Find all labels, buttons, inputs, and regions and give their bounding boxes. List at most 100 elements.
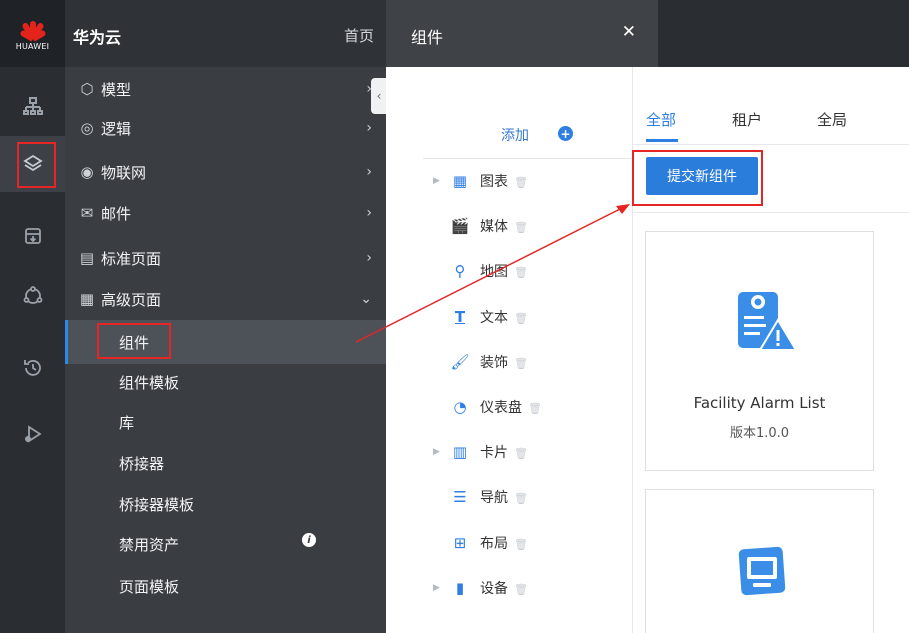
category-layout[interactable]: ⊞ 布局 🗑: [423, 525, 632, 561]
category-device[interactable]: ▶ ▮ 设备 🗑: [423, 570, 632, 606]
trash-icon[interactable]: 🗑: [514, 538, 528, 551]
device-screen-icon: [738, 546, 786, 596]
expand-arrow-icon[interactable]: ▶: [433, 447, 440, 457]
huawei-flower-icon: [18, 17, 47, 42]
trash-icon[interactable]: 🗑: [514, 312, 528, 325]
info-icon[interactable]: i: [302, 533, 316, 547]
logo-text: HUAWEI: [15, 41, 50, 51]
decoration-icon: 🖌: [450, 353, 470, 371]
tab-bar: 全部 租户 全局: [633, 67, 909, 145]
nav-subitem-component-templates[interactable]: 组件模板: [65, 360, 386, 404]
component-card[interactable]: Facility Alarm List 版本1.0.0: [645, 231, 874, 471]
category-dashboard[interactable]: ◔ 仪表盘 🗑: [423, 389, 632, 425]
tab-active-indicator: [646, 139, 678, 142]
trash-icon[interactable]: 🗑: [528, 402, 542, 415]
chevron-down-icon: ⌄: [360, 291, 372, 307]
app-root: HUAWEI 华为云 首页 ⬡ 模型 › ◎ 逻辑 › ◉ 物联网 › ✉ 邮件…: [0, 0, 909, 633]
divider: [423, 158, 632, 159]
alarm-list-icon: [738, 292, 798, 351]
nav-item-logic[interactable]: ◎ 逻辑 ›: [65, 106, 386, 150]
nav-subitem-disabled-assets[interactable]: 禁用资产: [65, 522, 386, 566]
home-link[interactable]: 首页: [344, 25, 374, 46]
device-icon: ▮: [455, 579, 465, 597]
trash-icon[interactable]: 🗑: [514, 492, 528, 505]
trash-icon[interactable]: 🗑: [514, 357, 528, 370]
nav-subitem-label: 桥接器: [119, 454, 165, 473]
chevron-right-icon: ›: [366, 120, 372, 136]
trash-icon[interactable]: 🗑: [514, 266, 528, 279]
app-title: 华为云: [73, 28, 122, 47]
rail-item-debug[interactable]: [0, 406, 65, 462]
nav-subitem-label: 桥接器模板: [119, 495, 195, 514]
dialog-header-backdrop: [658, 0, 909, 67]
dashboard-icon: ◔: [453, 398, 467, 416]
dialog-title: 组件: [411, 28, 444, 47]
nav-item-mail[interactable]: ✉ 邮件 ›: [65, 191, 386, 235]
expand-arrow-icon[interactable]: ▶: [433, 176, 440, 186]
category-text[interactable]: T 文本 🗑: [423, 299, 632, 335]
add-component-label[interactable]: 添加: [501, 125, 529, 145]
mail-icon: ✉: [80, 204, 94, 222]
huawei-logo[interactable]: HUAWEI: [0, 0, 65, 67]
nav-subitem-bridges[interactable]: 桥接器: [65, 441, 386, 485]
trash-icon[interactable]: 🗑: [514, 447, 528, 460]
collapse-toggle-icon[interactable]: ‹: [371, 78, 387, 114]
download-box-icon: [24, 228, 41, 244]
nav-subitem-label: 禁用资产: [119, 535, 180, 554]
nav-subitem-bridge-templates[interactable]: 桥接器模板: [65, 482, 386, 526]
nav-item-standard-page[interactable]: ▤ 标准页面 ›: [65, 236, 386, 280]
close-icon[interactable]: ✕: [622, 22, 636, 42]
trash-icon[interactable]: 🗑: [514, 583, 528, 596]
page-icon: ▤: [79, 249, 95, 267]
circle-nodes-icon: [23, 286, 42, 304]
category-label: 仪表盘: [480, 400, 522, 416]
nav-item-model[interactable]: ⬡ 模型 ›: [65, 67, 386, 111]
cube-icon: ⬡: [80, 80, 94, 98]
rail-item-download[interactable]: [0, 208, 65, 264]
bug-play-icon: [24, 425, 42, 443]
chevron-right-icon: ›: [366, 250, 372, 266]
layout-icon: ⊞: [453, 534, 467, 552]
tab-global[interactable]: 全局: [817, 109, 847, 130]
icon-rail: HUAWEI: [0, 0, 65, 633]
category-label: 卡片: [480, 445, 508, 461]
expand-arrow-icon[interactable]: ▶: [433, 583, 440, 593]
category-label: 文本: [480, 310, 508, 326]
tab-tenant[interactable]: 租户: [732, 109, 762, 130]
tab-all[interactable]: 全部: [646, 109, 676, 130]
text-icon: T: [454, 308, 466, 326]
card-icon: ▥: [452, 443, 468, 461]
category-card[interactable]: ▶ ▥ 卡片 🗑: [423, 434, 632, 470]
trash-icon[interactable]: 🗑: [514, 176, 528, 189]
map-icon: ⚲: [454, 262, 466, 280]
category-chart[interactable]: ▶ ▦ 图表 🗑: [423, 163, 632, 199]
nav-subitem-page-templates[interactable]: 页面模板: [65, 564, 386, 608]
category-map[interactable]: ⚲ 地图 🗑: [423, 253, 632, 289]
nav-item-advanced-page[interactable]: ▦ 高级页面 ⌄: [65, 277, 386, 321]
nav-item-label: 逻辑: [101, 119, 132, 138]
chevron-right-icon: ›: [366, 205, 372, 221]
trash-icon[interactable]: 🗑: [514, 221, 528, 234]
dialog-header: 组件 ✕: [386, 0, 658, 67]
nav-panel: 华为云 首页 ⬡ 模型 › ◎ 逻辑 › ◉ 物联网 › ✉ 邮件 › ▤ 标准…: [65, 0, 386, 633]
category-label: 地图: [480, 264, 508, 280]
nav-item-label: 标准页面: [101, 249, 162, 268]
chevron-right-icon: ›: [366, 164, 372, 180]
category-navigation[interactable]: ☰ 导航 🗑: [423, 479, 632, 515]
component-card[interactable]: [645, 489, 874, 633]
divider: [633, 212, 909, 213]
rail-item-history[interactable]: [0, 340, 65, 396]
rail-item-structure[interactable]: [0, 78, 65, 134]
category-decoration[interactable]: 🖌 装饰 🗑: [423, 344, 632, 380]
category-media[interactable]: 🎬 媒体 🗑: [423, 208, 632, 244]
nav-header: 华为云 首页: [65, 0, 386, 67]
category-label: 设备: [480, 581, 508, 597]
nav-subitem-library[interactable]: 库: [65, 400, 386, 444]
nav-item-label: 邮件: [101, 204, 132, 223]
navigation-icon: ☰: [453, 488, 467, 506]
add-icon[interactable]: +: [558, 126, 573, 141]
iot-icon: ◉: [80, 163, 94, 181]
component-version: 版本1.0.0: [729, 426, 790, 441]
nav-item-iot[interactable]: ◉ 物联网 ›: [65, 150, 386, 194]
rail-item-nodes[interactable]: [0, 268, 65, 324]
